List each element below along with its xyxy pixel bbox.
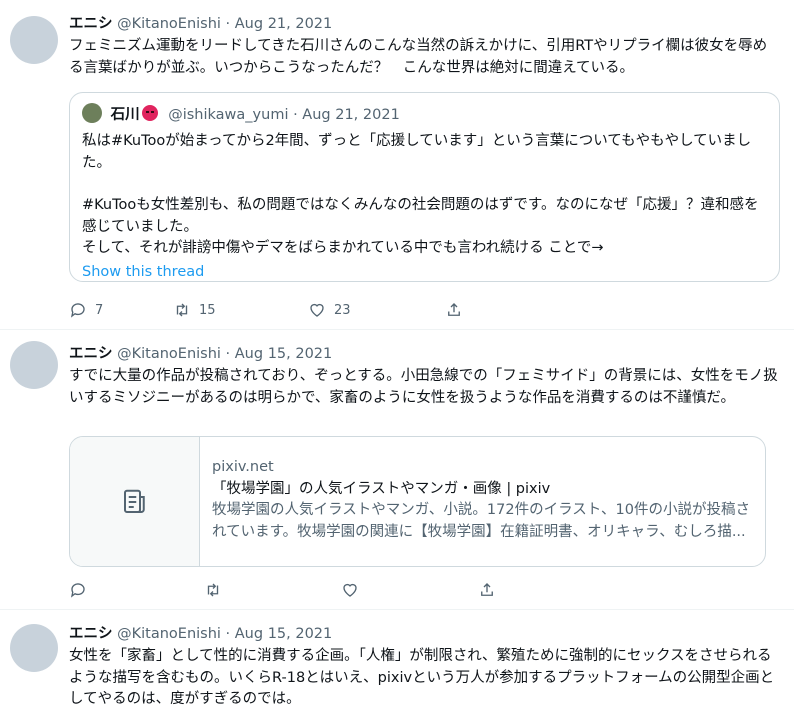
- link-card[interactable]: pixiv.net 「牧場学園」の人気イラストやマンガ・画像 | pixiv 牧…: [69, 436, 766, 567]
- share-icon: [481, 583, 493, 596]
- show-thread-link[interactable]: Show this thread: [82, 264, 767, 280]
- tweet-text: フェミニズム運動をリードしてきた石川さんのこんな当然の訴えかけに、引用RTやリプ…: [69, 38, 768, 76]
- card-thumbnail: [70, 437, 200, 566]
- like-button[interactable]: [341, 581, 478, 599]
- tweet-header: エニシ @KitanoEnishi · Aug 15, 2021: [69, 624, 780, 644]
- reply-button[interactable]: [69, 581, 204, 599]
- quote-header: 石川 @ishikawa_yumi · Aug 21, 2021: [82, 103, 767, 125]
- like-icon: [343, 583, 357, 597]
- reply-count: 7: [95, 302, 104, 318]
- document-icon: [123, 489, 145, 513]
- tweet-text: すでに大量の作品が投稿されており、ぞっとする。小田急線での「フェミサイド」の背景…: [69, 368, 778, 406]
- retweet-count: 15: [199, 302, 216, 318]
- tweet[interactable]: エニシ @KitanoEnishi · Aug 15, 2021 女性を「家畜」…: [0, 611, 794, 720]
- tweet-actions: 7 15 23: [69, 300, 463, 320]
- retweet-icon: [207, 583, 219, 597]
- card-domain: pixiv.net: [212, 459, 274, 475]
- quote-text-2: #KuTooも女性差別も、私の問題ではなくみんなの社会問題のはずです。なのになぜ…: [82, 197, 759, 235]
- quote-text-3: そして、それが誹謗中傷やデマをばらまかれている中でも言われ続ける ことで→: [82, 240, 604, 256]
- quote-text-1: 私は#KuTooが始まってから2年間、ずっと「応援しています」という言葉について…: [82, 133, 752, 171]
- like-button[interactable]: 23: [308, 301, 445, 319]
- angry-face-icon: [141, 105, 158, 121]
- tweet-actions: [69, 580, 496, 600]
- avatar[interactable]: [10, 624, 58, 672]
- card-description: 牧場学園の人気イラストやマンガ、小説。172件のイラスト、10件の小説が投稿され…: [212, 502, 750, 540]
- quote-timestamp: · Aug 21, 2021: [293, 107, 400, 123]
- quote-handle: @ishikawa_yumi: [168, 107, 289, 123]
- timestamp[interactable]: · Aug 15, 2021: [226, 626, 333, 642]
- retweet-icon: [176, 303, 188, 317]
- share-button[interactable]: [445, 301, 463, 319]
- handle[interactable]: @KitanoEnishi: [117, 626, 221, 642]
- tweet-header: エニシ @KitanoEnishi · Aug 21, 2021: [69, 14, 780, 34]
- timestamp[interactable]: · Aug 15, 2021: [226, 346, 333, 362]
- timeline-feed: エニシ @KitanoEnishi · Aug 21, 2021 フェミニズム運…: [0, 0, 794, 720]
- tweet[interactable]: エニシ @KitanoEnishi · Aug 15, 2021 すでに大量の作…: [0, 331, 794, 610]
- reply-button[interactable]: 7: [69, 301, 173, 319]
- tweet-text: 女性を「家畜」として性的に消費する企画。「人権」が制限され、繁殖ために強制的にセ…: [69, 648, 775, 707]
- display-name[interactable]: エニシ: [69, 346, 113, 362]
- quote-avatar: [82, 103, 102, 123]
- card-body: pixiv.net 「牧場学園」の人気イラストやマンガ・画像 | pixiv 牧…: [200, 437, 765, 566]
- retweet-button[interactable]: [204, 581, 341, 599]
- share-icon: [448, 303, 460, 316]
- tweet-header: エニシ @KitanoEnishi · Aug 15, 2021: [69, 344, 780, 364]
- tweet[interactable]: エニシ @KitanoEnishi · Aug 21, 2021 フェミニズム運…: [0, 0, 794, 330]
- avatar[interactable]: [10, 341, 58, 389]
- quote-display-name: 石川: [110, 107, 140, 123]
- timestamp[interactable]: · Aug 21, 2021: [226, 16, 333, 32]
- handle[interactable]: @KitanoEnishi: [117, 16, 221, 32]
- quoted-tweet[interactable]: 石川 @ishikawa_yumi · Aug 21, 2021 私は#KuTo…: [69, 92, 780, 282]
- card-title: 「牧場学園」の人気イラストやマンガ・画像 | pixiv: [212, 480, 551, 497]
- handle[interactable]: @KitanoEnishi: [117, 346, 221, 362]
- share-button[interactable]: [478, 581, 496, 599]
- reply-icon: [70, 583, 85, 598]
- display-name[interactable]: エニシ: [69, 16, 113, 32]
- reply-icon: [70, 303, 85, 318]
- like-count: 23: [334, 302, 351, 318]
- display-name[interactable]: エニシ: [69, 626, 113, 642]
- avatar[interactable]: [10, 16, 58, 64]
- retweet-button[interactable]: 15: [173, 301, 308, 319]
- like-icon: [310, 303, 324, 317]
